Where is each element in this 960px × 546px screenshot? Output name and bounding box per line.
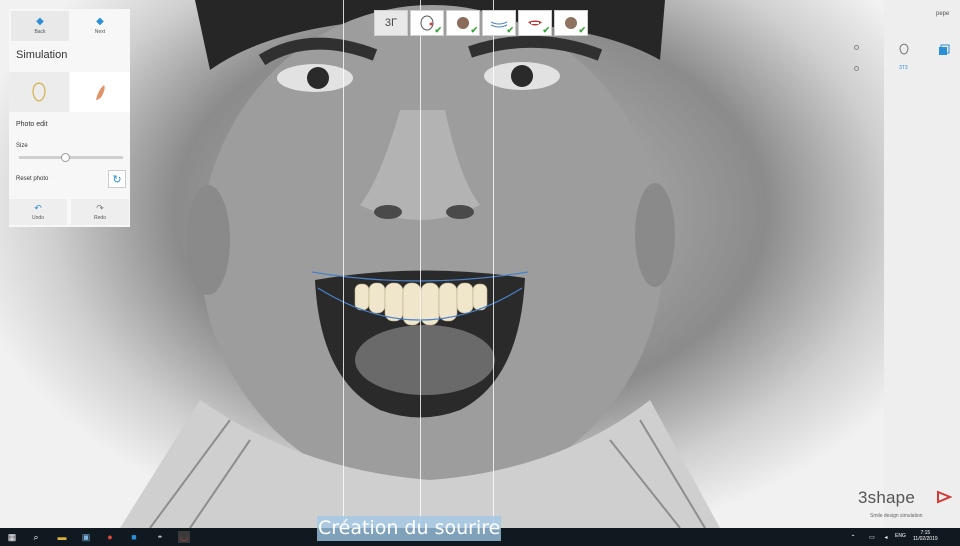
panel-title: Simulation <box>16 49 68 61</box>
redo-label: Redo <box>94 214 106 221</box>
tray-volume-icon[interactable]: ◂ <box>880 531 892 543</box>
chrome-icon[interactable]: ● <box>104 531 116 543</box>
back-label: Back <box>34 29 46 35</box>
brush-tool[interactable] <box>70 72 130 112</box>
step-alignment[interactable]: ✔ <box>482 10 516 36</box>
windows-start-icon[interactable]: ▦ <box>6 531 18 543</box>
step-logo[interactable]: 3Γ <box>374 10 408 36</box>
back-button[interactable]: ◆ Back <box>11 11 69 41</box>
photo-edit-label: Photo edit <box>16 121 48 128</box>
caption-overlay: Création du sourire <box>317 516 502 541</box>
next-arrow-icon: ◆ <box>96 16 104 27</box>
brush-icon <box>96 85 105 100</box>
step-face-2[interactable]: ✔ <box>554 10 588 36</box>
tooth-outline-icon <box>32 82 46 102</box>
check-icon: ✔ <box>470 25 478 35</box>
next-button[interactable]: ◆ Next <box>71 11 129 41</box>
smile-design-app: 3Γ ✔ ✔ ✔ ✔ ✔ ◆ Back ◆ Next Simulation Ph… <box>0 0 960 546</box>
brand-name: 3shape <box>858 488 915 507</box>
face-image <box>120 0 720 528</box>
tray-chevron-icon[interactable]: ⌃ <box>847 531 859 543</box>
store-icon[interactable]: ■ <box>128 531 140 543</box>
language-indicator[interactable]: ENG <box>895 533 906 539</box>
check-icon: ✔ <box>434 25 442 35</box>
check-icon: ✔ <box>578 25 586 35</box>
guide-line-right[interactable] <box>493 0 494 528</box>
tooth-app-icon[interactable]: ◓ <box>154 531 166 543</box>
brand-subtitle: Smile design simulation <box>870 513 923 519</box>
tool-row <box>9 72 130 112</box>
reset-photo-label: Reset photo <box>16 176 49 182</box>
guide-line-left[interactable] <box>343 0 344 528</box>
tray-network-icon[interactable]: ▭ <box>866 531 878 543</box>
view-label[interactable]: 3T3 <box>899 65 908 71</box>
size-slider-thumb[interactable] <box>61 153 71 162</box>
file-explorer-icon[interactable]: ▬ <box>56 531 68 543</box>
smile-app-icon[interactable]: ◡ <box>178 531 190 543</box>
undo-icon: ↶ <box>34 202 42 213</box>
wizard-steps: 3Γ ✔ ✔ ✔ ✔ ✔ <box>374 10 590 36</box>
gallery-icon[interactable] <box>938 44 950 56</box>
reset-icon: ↻ <box>112 173 122 186</box>
step-profile[interactable]: ✔ <box>446 10 480 36</box>
3shape-logo-icon <box>937 490 952 504</box>
3shape-step-icon: 3Γ <box>384 17 398 29</box>
size-slider-track[interactable] <box>19 156 123 159</box>
step-face[interactable]: ✔ <box>410 10 444 36</box>
clock-date: 11/02/2019 <box>913 536 938 542</box>
check-icon: ✔ <box>542 25 550 35</box>
redo-icon: ↷ <box>96 202 104 213</box>
user-name: pepe <box>936 11 950 17</box>
patient-photo[interactable] <box>0 0 960 528</box>
back-arrow-icon: ◆ <box>36 16 44 27</box>
undo-button[interactable]: ↶ Undo <box>9 199 67 225</box>
check-icon: ✔ <box>506 25 514 35</box>
app-icon[interactable]: ▣ <box>80 531 92 543</box>
option-radio-2[interactable] <box>854 66 859 71</box>
tooth-outline-tool[interactable] <box>9 72 69 112</box>
size-label: Size <box>16 143 28 149</box>
undo-label: Undo <box>32 214 44 221</box>
search-icon[interactable]: ⌕ <box>30 531 42 543</box>
left-panel: ◆ Back ◆ Next Simulation Photo edit Size… <box>9 9 130 227</box>
reset-photo-button[interactable]: ↻ <box>108 170 126 188</box>
step-smile[interactable]: ✔ <box>518 10 552 36</box>
right-panel <box>884 0 960 528</box>
taskbar-clock[interactable]: 7:15 11/02/2019 <box>913 530 938 542</box>
guide-line-center[interactable] <box>420 0 421 528</box>
tooth-view-icon[interactable] <box>899 43 909 55</box>
redo-button[interactable]: ↷ Redo <box>71 199 129 225</box>
option-radio-1[interactable] <box>854 45 859 50</box>
next-label: Next <box>94 29 106 35</box>
